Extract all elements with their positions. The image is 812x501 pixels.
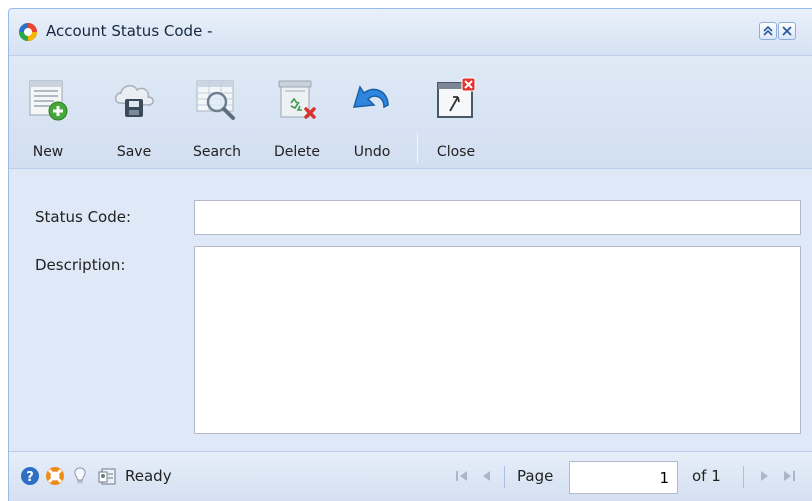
description-textarea[interactable]	[194, 246, 801, 434]
page-number-input[interactable]	[569, 461, 678, 494]
status-code-form: Status Code: Description:	[9, 170, 812, 451]
page-label: Page	[517, 467, 554, 485]
close-label: Close	[436, 144, 476, 160]
save-cloud-icon	[114, 85, 154, 117]
close-icon	[782, 26, 792, 36]
main-toolbar: New Save Search Delete Undo Close	[9, 57, 812, 169]
window-close-button[interactable]	[778, 22, 796, 40]
portal-card-icon[interactable]	[97, 466, 117, 486]
toolbar-separator	[417, 133, 418, 163]
close-window-icon	[437, 77, 476, 118]
next-page-icon[interactable]	[755, 467, 773, 485]
close-button[interactable]: Close	[429, 67, 483, 163]
delete-button[interactable]: Delete	[266, 67, 328, 163]
undo-button[interactable]: Undo	[347, 67, 397, 163]
pager-separator	[743, 466, 744, 488]
support-lifebuoy-icon[interactable]	[45, 466, 65, 486]
search-grid-icon	[196, 80, 235, 120]
double-chevron-up-icon	[763, 25, 773, 36]
pager-separator	[504, 466, 505, 488]
new-record-icon	[29, 80, 68, 121]
delete-bin-icon	[278, 80, 316, 119]
help-icon[interactable]: ?	[20, 466, 40, 486]
lightbulb-icon[interactable]	[70, 466, 90, 486]
app-logo-icon	[19, 23, 37, 41]
delete-label: Delete	[274, 144, 320, 160]
save-button[interactable]: Save	[109, 67, 159, 163]
first-page-icon[interactable]	[453, 467, 471, 485]
page-count-text: of 1	[692, 467, 721, 485]
search-button[interactable]: Search	[186, 67, 248, 163]
status-bar: ? Ready Page of 1	[9, 451, 812, 501]
search-label: Search	[192, 144, 242, 160]
account-status-code-window: Account Status Code - New Save Search De…	[8, 8, 812, 501]
undo-arrow-icon	[352, 85, 389, 109]
window-titlebar[interactable]: Account Status Code -	[9, 9, 812, 56]
new-label: New	[32, 144, 64, 160]
undo-label: Undo	[353, 144, 391, 160]
description-label: Description:	[35, 256, 126, 274]
svg-text:?: ?	[26, 470, 34, 485]
status-text: Ready	[125, 467, 172, 485]
collapse-button[interactable]	[759, 22, 777, 40]
new-button[interactable]: New	[23, 67, 73, 163]
status-code-label: Status Code:	[35, 208, 132, 226]
last-page-icon[interactable]	[780, 467, 798, 485]
window-title: Account Status Code -	[46, 22, 213, 40]
status-code-input[interactable]	[194, 200, 801, 235]
save-label: Save	[116, 144, 152, 160]
previous-page-icon[interactable]	[478, 467, 496, 485]
